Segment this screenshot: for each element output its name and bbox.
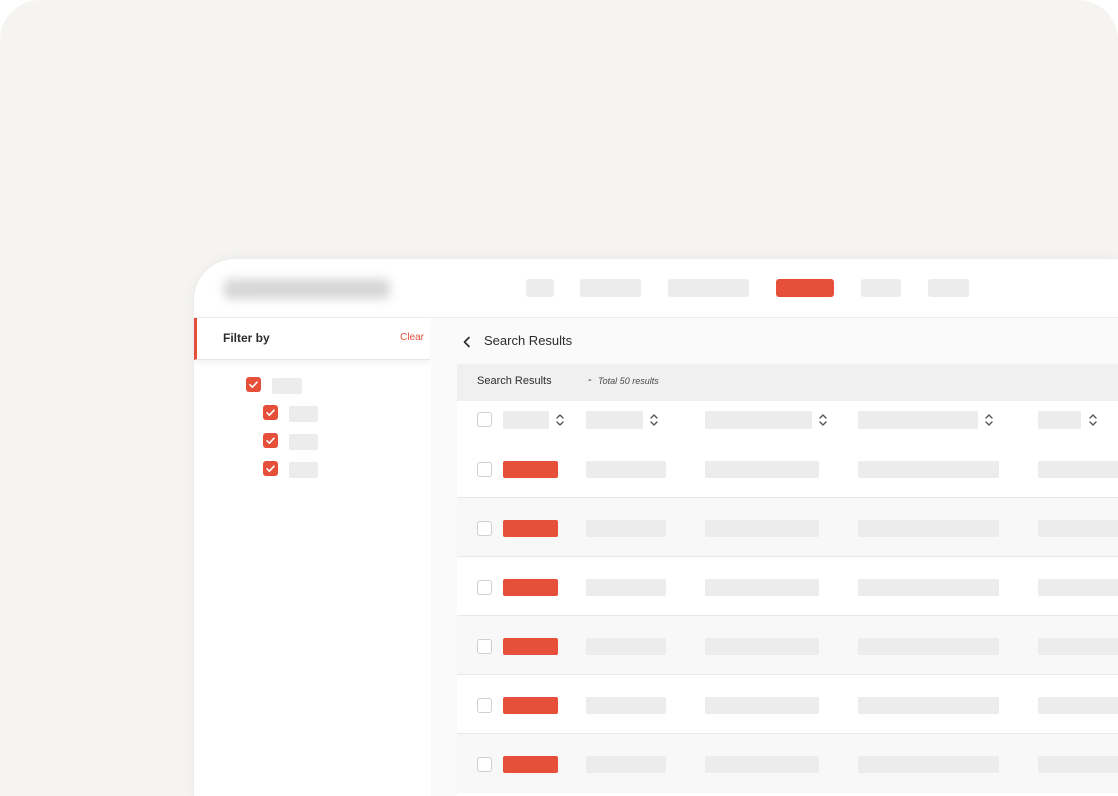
sort-icon[interactable] <box>649 412 659 428</box>
nav-item-1[interactable] <box>526 279 554 297</box>
results-label: Search Results <box>477 375 552 387</box>
cell-placeholder <box>858 579 999 596</box>
table-row[interactable] <box>457 439 1118 498</box>
column-header-placeholder <box>858 411 978 429</box>
cell-placeholder <box>1038 756 1118 773</box>
row-status-tag <box>503 756 558 773</box>
nav-item-3[interactable] <box>668 279 749 297</box>
cell-placeholder <box>705 638 819 655</box>
table-row[interactable] <box>457 557 1118 616</box>
cell-placeholder <box>1038 638 1118 655</box>
clear-filters-link[interactable]: Clear <box>400 332 424 343</box>
filter-sidebar: Filter by Clear <box>194 318 430 796</box>
filter-label-placeholder <box>289 462 318 478</box>
results-summary-bar: Search Results - Total 50 results <box>457 364 1118 401</box>
column-header-placeholder <box>503 411 549 429</box>
results-total: Total 50 results <box>598 376 659 386</box>
sort-icon[interactable] <box>555 412 565 428</box>
cell-placeholder <box>705 697 819 714</box>
top-navbar <box>194 259 1118 317</box>
check-icon <box>266 409 275 416</box>
cell-placeholder <box>586 638 666 655</box>
cell-placeholder <box>858 697 999 714</box>
row-status-tag <box>503 638 558 655</box>
cell-placeholder <box>1038 579 1118 596</box>
table-row[interactable] <box>457 498 1118 557</box>
column-header-placeholder <box>705 411 812 429</box>
cell-placeholder <box>705 756 819 773</box>
filter-title: Filter by <box>223 331 270 345</box>
check-icon <box>249 381 258 388</box>
row-checkbox[interactable] <box>477 521 492 536</box>
filter-checkbox-parent[interactable] <box>246 377 261 392</box>
nav-item-4-active[interactable] <box>776 279 834 297</box>
cell-placeholder <box>858 638 999 655</box>
filter-label-placeholder <box>289 406 318 422</box>
cell-placeholder <box>1038 520 1118 537</box>
cell-placeholder <box>858 756 999 773</box>
sort-icon[interactable] <box>1088 412 1098 428</box>
row-checkbox[interactable] <box>477 757 492 772</box>
table-row[interactable] <box>457 616 1118 675</box>
check-icon <box>266 437 275 444</box>
row-status-tag <box>503 520 558 537</box>
results-table <box>457 401 1118 796</box>
cell-placeholder <box>705 461 819 478</box>
filter-checkbox-child[interactable] <box>263 433 278 448</box>
cell-placeholder <box>586 461 666 478</box>
nav-item-2[interactable] <box>580 279 641 297</box>
sort-icon[interactable] <box>818 412 828 428</box>
table-row[interactable] <box>457 734 1118 793</box>
cell-placeholder <box>858 461 999 478</box>
filter-checkbox-child[interactable] <box>263 461 278 476</box>
select-all-checkbox[interactable] <box>477 412 492 427</box>
cell-placeholder <box>1038 697 1118 714</box>
main-content: Search Results Search Results - Total 50… <box>431 318 1118 796</box>
cell-placeholder <box>858 520 999 537</box>
page-title: Search Results <box>484 333 573 348</box>
cell-placeholder <box>705 579 819 596</box>
filter-header: Filter by Clear <box>194 318 430 360</box>
row-status-tag <box>503 461 558 478</box>
filter-label-placeholder <box>289 434 318 450</box>
row-status-tag <box>503 697 558 714</box>
row-checkbox[interactable] <box>477 580 492 595</box>
row-checkbox[interactable] <box>477 462 492 477</box>
cell-placeholder <box>586 697 666 714</box>
column-header-placeholder <box>586 411 643 429</box>
row-checkbox[interactable] <box>477 698 492 713</box>
filter-label-placeholder <box>272 378 302 394</box>
app-window: Filter by Clear Search Results Search Re… <box>193 258 1118 796</box>
cell-placeholder <box>586 579 666 596</box>
filter-checkbox-child[interactable] <box>263 405 278 420</box>
cell-placeholder <box>586 756 666 773</box>
cell-placeholder <box>705 520 819 537</box>
check-icon <box>266 465 275 472</box>
row-checkbox[interactable] <box>477 639 492 654</box>
cell-placeholder <box>1038 461 1118 478</box>
cell-placeholder <box>586 520 666 537</box>
table-header <box>457 401 1118 439</box>
logo[interactable] <box>224 279 390 299</box>
row-status-tag <box>503 579 558 596</box>
table-row[interactable] <box>457 675 1118 734</box>
chevron-left-icon[interactable] <box>461 336 473 348</box>
nav-item-5[interactable] <box>861 279 901 297</box>
nav-item-6[interactable] <box>928 279 969 297</box>
column-header-placeholder <box>1038 411 1081 429</box>
background-canvas: Filter by Clear Search Results Search Re… <box>0 0 1118 796</box>
sort-icon[interactable] <box>984 412 994 428</box>
results-separator: - <box>588 374 592 386</box>
